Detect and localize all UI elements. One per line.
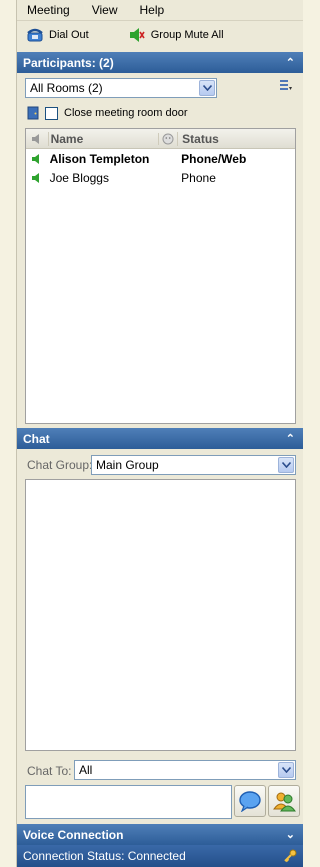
chevron-down-icon[interactable] [278,457,294,473]
users-icon [273,792,296,812]
group-mute-label: Group Mute All [150,29,224,41]
phone-icon [27,28,43,42]
mood-column-header[interactable] [157,132,178,145]
meeting-side-panel: Meeting View Help Dial Out Group Mute Al… [16,0,303,867]
dial-out-button[interactable]: Dial Out [27,28,89,42]
chat-message-input[interactable] [25,785,232,819]
close-door-checkbox[interactable] [45,106,58,120]
voice-connection-header[interactable]: Voice Connection ⌄ [17,824,303,845]
speaker-icon [31,172,39,183]
close-door-label: Close meeting room door [64,107,188,119]
menu-view[interactable]: View [92,3,118,17]
participant-status: Phone/Web [181,151,247,166]
chat-title: Chat [23,431,50,446]
chat-group-label: Chat Group: [27,458,93,472]
speech-bubble-icon [239,791,261,812]
menu-bar: Meeting View Help [17,0,303,21]
room-select-value: All Rooms (2) [30,81,103,95]
status-column-header[interactable]: Status [177,131,295,146]
door-icon [27,106,39,120]
participant-name: Joe Bloggs [49,170,109,185]
name-column-header[interactable]: Name [47,131,158,146]
send-message-button[interactable] [234,785,266,817]
table-row[interactable]: Joe Bloggs Phone [26,168,295,187]
menu-help[interactable]: Help [140,3,165,17]
room-select[interactable]: All Rooms (2) [25,78,217,98]
participant-name: Alison Templeton [49,151,150,166]
speaker-mute-icon [129,28,145,42]
toolbar: Dial Out Group Mute All [17,22,303,48]
table-row[interactable]: Alison Templeton Phone/Web [26,149,295,168]
participant-status: Phone [181,170,216,185]
chat-group-value: Main Group [96,458,159,472]
key-icon[interactable] [283,849,297,863]
close-door-row: Close meeting room door [27,106,188,120]
chat-to-select[interactable]: All [74,760,296,780]
left-edge-strip [0,0,16,867]
chevron-down-icon[interactable] [278,762,294,778]
expand-chevron-icon[interactable]: ⌄ [286,828,295,841]
collapse-chevron-icon[interactable]: ⌃ [286,432,295,445]
private-chat-button[interactable] [268,785,300,817]
smiley-icon [162,133,174,144]
voice-connection-title: Voice Connection [23,827,124,842]
collapse-chevron-icon[interactable]: ⌃ [286,56,295,69]
speaker-icon [31,153,39,164]
dial-out-label: Dial Out [49,29,89,41]
chat-to-label: Chat To: [27,764,72,778]
connection-status-text: Connection Status: Connected [23,849,186,863]
menu-meeting[interactable]: Meeting [27,3,70,17]
audio-column-header[interactable] [26,133,48,145]
chat-header[interactable]: Chat ⌃ [17,428,303,449]
participants-title: Participants: (2) [23,55,114,70]
connection-status-bar: Connection Status: Connected [17,845,303,867]
table-header: Name Status [26,129,295,149]
chat-group-select[interactable]: Main Group [91,455,296,475]
chat-message-area[interactable] [25,479,296,751]
participants-header[interactable]: Participants: (2) ⌃ [17,52,303,73]
chevron-down-icon[interactable] [199,80,215,96]
chat-to-value: All [79,763,93,777]
list-options-icon[interactable] [279,78,293,92]
participants-table: Name Status Alison Templeton Phone/Web J… [25,128,296,424]
group-mute-all-button[interactable]: Group Mute All [129,28,224,42]
speaker-icon [31,133,39,144]
